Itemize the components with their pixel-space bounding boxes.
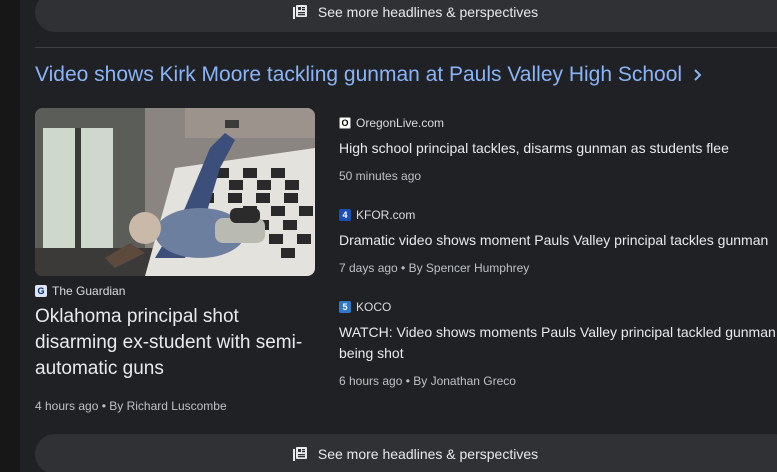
kfor-logo-icon: 4 bbox=[339, 209, 351, 221]
news-cluster-page: See more headlines & perspectives Video … bbox=[0, 0, 777, 472]
see-more-headlines-button-top[interactable]: See more headlines & perspectives bbox=[35, 0, 777, 32]
hero-image-graphic bbox=[35, 108, 315, 276]
hero-story-image[interactable] bbox=[35, 108, 315, 276]
cluster-title-link[interactable]: Video shows Kirk Moore tackling gunman a… bbox=[35, 63, 704, 87]
section-divider bbox=[35, 47, 777, 48]
news-stack-icon bbox=[292, 5, 307, 19]
chevron-right-icon bbox=[694, 69, 702, 81]
story-item: 5 KOCO WATCH: Video shows moments Pauls … bbox=[339, 300, 777, 388]
koco-logo-icon: 5 bbox=[339, 301, 351, 313]
story-source[interactable]: 4 KFOR.com bbox=[339, 208, 777, 222]
cluster-title: Video shows Kirk Moore tackling gunman a… bbox=[35, 63, 683, 86]
story-headline[interactable]: High school principal tackles, disarms g… bbox=[339, 138, 777, 159]
see-more-headlines-button-bottom[interactable]: See more headlines & perspectives bbox=[35, 434, 777, 472]
see-more-headlines-label: See more headlines & perspectives bbox=[317, 446, 539, 462]
story-source-name: OregonLive.com bbox=[356, 116, 445, 130]
hero-headline[interactable]: Oklahoma principal shot disarming ex-stu… bbox=[35, 304, 305, 382]
story-item: O OregonLive.com High school principal t… bbox=[339, 116, 777, 183]
news-stack-icon bbox=[292, 447, 307, 461]
oregonlive-logo-icon: O bbox=[339, 117, 351, 129]
story-source[interactable]: O OregonLive.com bbox=[339, 116, 777, 130]
story-meta: 6 hours ago • By Jonathan Greco bbox=[339, 374, 516, 388]
hero-source[interactable]: G The Guardian bbox=[35, 284, 125, 298]
story-headline[interactable]: WATCH: Video shows moments Pauls Valley … bbox=[339, 322, 777, 364]
story-source[interactable]: 5 KOCO bbox=[339, 300, 777, 314]
left-gutter bbox=[0, 0, 20, 472]
hero-meta: 4 hours ago • By Richard Luscombe bbox=[35, 399, 227, 413]
story-item: 4 KFOR.com Dramatic video shows moment P… bbox=[339, 208, 777, 275]
story-headline[interactable]: Dramatic video shows moment Pauls Valley… bbox=[339, 230, 777, 251]
see-more-headlines-label: See more headlines & perspectives bbox=[317, 4, 539, 20]
story-source-name: KFOR.com bbox=[356, 208, 416, 222]
guardian-logo-icon: G bbox=[35, 285, 47, 297]
story-meta: 50 minutes ago bbox=[339, 169, 422, 183]
story-meta: 7 days ago • By Spencer Humphrey bbox=[339, 261, 530, 275]
story-source-name: KOCO bbox=[356, 300, 392, 314]
hero-source-name: The Guardian bbox=[52, 284, 126, 298]
